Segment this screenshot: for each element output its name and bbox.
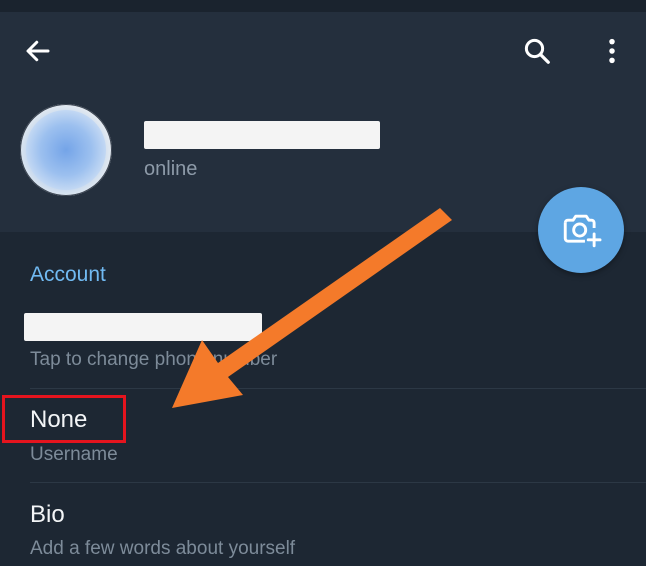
phone-hint: Tap to change phone number [30, 349, 278, 370]
bio-title: Bio [30, 501, 65, 528]
avatar-image [26, 110, 106, 190]
arrow-left-icon [26, 40, 50, 62]
more-vertical-icon [609, 38, 615, 64]
username-value: None [30, 406, 88, 433]
more-options-button[interactable] [588, 27, 636, 75]
back-button[interactable] [14, 27, 62, 75]
account-section-title: Account [30, 263, 106, 286]
divider [30, 482, 646, 483]
profile-name-redacted [144, 121, 380, 149]
username-label: Username [30, 444, 118, 465]
search-icon [524, 38, 550, 64]
avatar[interactable] [20, 104, 112, 196]
divider [30, 388, 646, 389]
phone-number-row[interactable]: Tap to change phone number [0, 300, 646, 388]
bio-row[interactable]: Bio Add a few words about yourself [0, 484, 646, 566]
status-bar [0, 0, 646, 12]
search-button[interactable] [513, 27, 561, 75]
camera-add-icon [563, 214, 602, 248]
bio-hint: Add a few words about yourself [30, 538, 296, 559]
online-status: online [144, 158, 198, 180]
phone-number-redacted [24, 313, 262, 341]
set-photo-button[interactable] [538, 187, 624, 273]
username-row[interactable]: None Username [0, 390, 646, 482]
